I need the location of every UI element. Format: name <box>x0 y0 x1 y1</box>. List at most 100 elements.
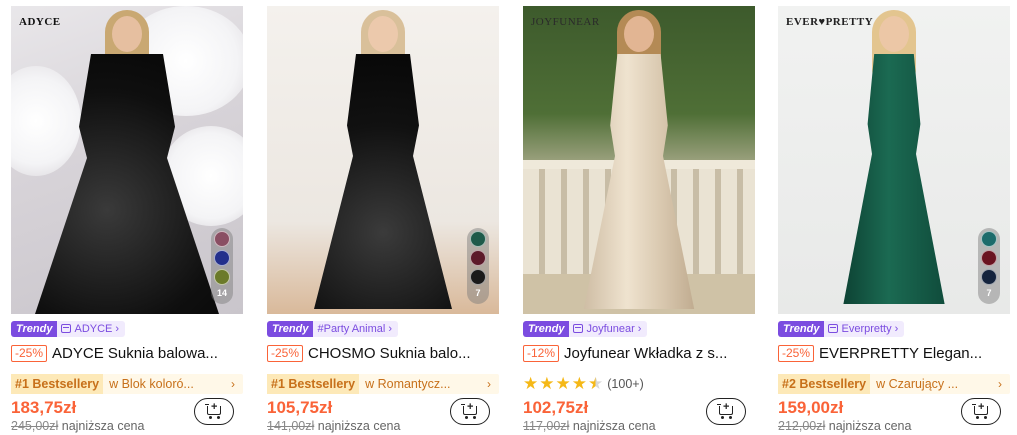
swatch-count: 14 <box>216 288 227 298</box>
bestseller-category: w Blok koloró... <box>109 377 194 391</box>
star-icon: ★ <box>539 374 555 393</box>
bestseller-badge: #2 Bestsellery <box>778 374 871 394</box>
store-link[interactable]: #Party Animal › <box>313 320 399 337</box>
swatch-color[interactable] <box>470 250 486 266</box>
add-to-cart-icon: + <box>972 402 990 419</box>
sale-price: 105,75zł <box>267 398 333 417</box>
swatch-color[interactable] <box>981 269 997 285</box>
bestseller-badge: #1 Bestsellery <box>11 374 104 394</box>
color-swatches[interactable]: 7 <box>467 228 489 304</box>
old-price: 117,00zł <box>523 419 570 433</box>
product-title[interactable]: EVERPRETTY Elegan... <box>819 345 1010 362</box>
chevron-right-icon: › <box>637 322 642 335</box>
product-card[interactable]: ADYCE 14 Trendy ADYCE › -25% ADYCE Sukni… <box>11 6 245 433</box>
old-price-row: 117,00zł najniższa cena <box>523 419 656 433</box>
bestseller-category: w Czarujący ... <box>876 377 959 391</box>
old-price-row: 245,00zł najniższa cena <box>11 419 144 433</box>
model-figure <box>579 6 699 314</box>
swatch-count: 7 <box>986 288 992 298</box>
trendy-tag-row[interactable]: Trendy Joyfunear › <box>523 320 648 337</box>
chevron-right-icon: › <box>231 377 235 391</box>
store-icon <box>573 324 584 333</box>
store-link[interactable]: ADYCE › <box>57 320 126 337</box>
add-to-cart-button[interactable]: + <box>194 398 234 425</box>
add-to-cart-button[interactable]: + <box>961 398 1001 425</box>
title-row[interactable]: -12% Joyfunear Wkładka z s... <box>523 343 755 363</box>
sale-price: 102,75zł <box>523 398 589 417</box>
add-to-cart-button[interactable]: + <box>706 398 746 425</box>
store-link[interactable]: Everpretty › <box>824 320 905 337</box>
star-icon: ★ <box>571 374 587 393</box>
store-link[interactable]: Joyfunear › <box>569 320 648 337</box>
chevron-right-icon: › <box>894 322 899 335</box>
product-card[interactable]: EVER♥PRETTY 7 Trendy Everpretty › -25% E… <box>778 6 1012 433</box>
swatch-color[interactable] <box>214 250 230 266</box>
store-name: Joyfunear <box>586 322 635 335</box>
product-title[interactable]: CHOSMO Suknia balo... <box>308 345 499 362</box>
sale-price: 183,75zł <box>11 398 77 417</box>
add-to-cart-icon: + <box>205 402 223 419</box>
discount-badge: -25% <box>267 344 304 362</box>
color-swatches[interactable]: 14 <box>211 228 233 304</box>
old-price-note: najniższa cena <box>828 419 912 433</box>
product-image[interactable]: 7 <box>267 6 499 314</box>
trendy-badge: Trendy <box>523 320 570 337</box>
product-title[interactable]: Joyfunear Wkładka z s... <box>564 345 755 362</box>
rating-row[interactable]: ★ ★ ★ ★ ★ (100+) <box>523 375 644 393</box>
old-price-note: najniższa cena <box>317 419 401 433</box>
bestseller-badge: #1 Bestsellery <box>267 374 360 394</box>
trendy-badge: Trendy <box>267 320 314 337</box>
chevron-right-icon: › <box>487 377 491 391</box>
swatch-color[interactable] <box>981 231 997 247</box>
product-title[interactable]: ADYCE Suknia balowa... <box>52 345 243 362</box>
bestseller-row[interactable]: #1 Bestsellery w Romantycz... › <box>267 374 499 394</box>
title-row[interactable]: -25% EVERPRETTY Elegan... <box>778 343 1010 363</box>
bestseller-category: w Romantycz... <box>365 377 451 391</box>
discount-badge: -12% <box>523 344 560 362</box>
trendy-tag-row[interactable]: Trendy Everpretty › <box>778 320 905 337</box>
discount-badge: -25% <box>778 344 815 362</box>
swatch-color[interactable] <box>470 269 486 285</box>
sale-price: 159,00zł <box>778 398 844 417</box>
product-image[interactable]: JOYFUNEAR <box>523 6 755 314</box>
star-half-icon: ★ <box>588 374 604 393</box>
product-card[interactable]: JOYFUNEAR Trendy Joyfunear › -12% Joyfun… <box>523 6 757 433</box>
trendy-badge: Trendy <box>11 320 58 337</box>
store-icon <box>828 324 839 333</box>
chevron-right-icon: › <box>998 377 1002 391</box>
product-image[interactable]: EVER♥PRETTY 7 <box>778 6 1010 314</box>
rating-count: (100+) <box>607 377 644 391</box>
product-image[interactable]: ADYCE 14 <box>11 6 243 314</box>
old-price: 245,00zł <box>11 419 59 433</box>
swatch-color[interactable] <box>470 231 486 247</box>
old-price-row: 212,00zł najniższa cena <box>778 419 911 433</box>
trendy-badge: Trendy <box>778 320 825 337</box>
model-figure <box>27 6 227 314</box>
brand-logo: EVER♥PRETTY <box>786 16 874 28</box>
old-price-note: najniższa cena <box>572 419 656 433</box>
product-card[interactable]: 7 Trendy #Party Animal › -25% CHOSMO Suk… <box>267 6 501 433</box>
swatch-color[interactable] <box>214 231 230 247</box>
title-row[interactable]: -25% ADYCE Suknia balowa... <box>11 343 243 363</box>
swatch-color[interactable] <box>981 250 997 266</box>
store-name: #Party Animal <box>317 322 386 335</box>
old-price-row: 141,00zł najniższa cena <box>267 419 400 433</box>
brand-logo: ADYCE <box>19 16 61 28</box>
title-row[interactable]: -25% CHOSMO Suknia balo... <box>267 343 499 363</box>
store-name: Everpretty <box>841 322 892 335</box>
trendy-tag-row[interactable]: Trendy #Party Animal › <box>267 320 399 337</box>
bestseller-row[interactable]: #2 Bestsellery w Czarujący ... › <box>778 374 1010 394</box>
add-to-cart-button[interactable]: + <box>450 398 490 425</box>
swatch-count: 7 <box>475 288 481 298</box>
chevron-right-icon: › <box>388 322 393 335</box>
old-price: 141,00zł <box>267 419 315 433</box>
store-icon <box>61 324 72 333</box>
add-to-cart-icon: + <box>717 402 735 419</box>
trendy-tag-row[interactable]: Trendy ADYCE › <box>11 320 126 337</box>
star-icon: ★ <box>523 374 539 393</box>
bestseller-row[interactable]: #1 Bestsellery w Blok koloró... › <box>11 374 243 394</box>
brand-logo: JOYFUNEAR <box>531 16 600 28</box>
color-swatches[interactable]: 7 <box>978 228 1000 304</box>
old-price: 212,00zł <box>778 419 826 433</box>
swatch-color[interactable] <box>214 269 230 285</box>
